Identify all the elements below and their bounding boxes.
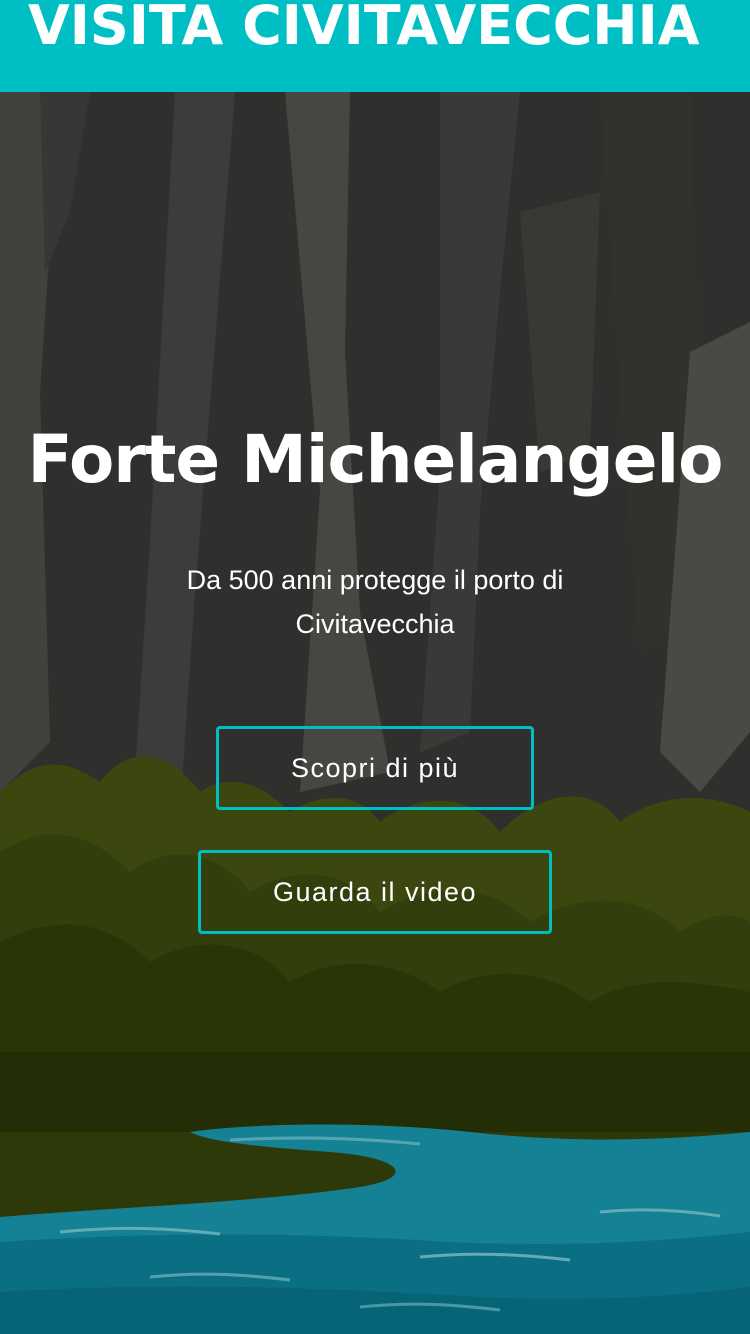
- page: VISITA CIVITAVECCHIA Forte Michelangelo …: [0, 0, 750, 1334]
- site-title[interactable]: VISITA CIVITAVECCHIA: [28, 0, 700, 66]
- hero-dark-overlay: [0, 92, 750, 1334]
- hero-subtitle: Da 500 anni protegge il porto di Civitav…: [186, 565, 564, 639]
- hero-title: Forte Michelangelo: [27, 421, 724, 498]
- watch-video-button[interactable]: Guarda il video: [198, 850, 552, 934]
- discover-more-button[interactable]: Scopri di più: [216, 726, 534, 810]
- top-header-bar: VISITA CIVITAVECCHIA: [0, 0, 750, 92]
